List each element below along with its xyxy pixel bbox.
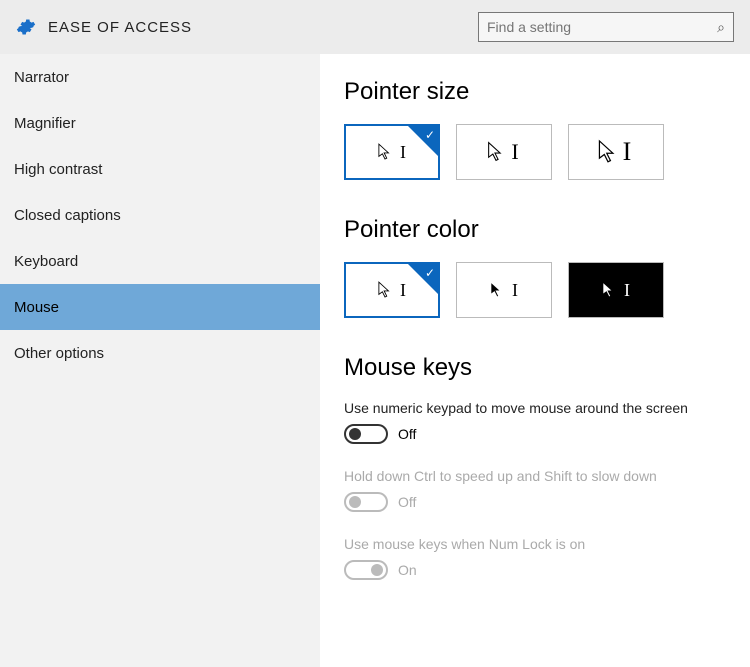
sidebar-item-label: High contrast xyxy=(14,161,102,178)
search-box[interactable]: ⌕ xyxy=(478,12,734,42)
pointer-color-options: ✓ I I I xyxy=(344,262,726,318)
pointer-size-small[interactable]: ✓ I xyxy=(344,124,440,180)
mouse-keys-desc1: Use numeric keypad to move mouse around … xyxy=(344,400,726,416)
search-icon: ⌕ xyxy=(717,19,725,36)
pointer-size-options: ✓ I I I xyxy=(344,124,726,180)
sidebar-item-label: Magnifier xyxy=(14,115,76,132)
mouse-keys-state1: Off xyxy=(398,426,416,442)
sidebar-item-label: Other options xyxy=(14,345,104,362)
header: EASE OF ACCESS ⌕ xyxy=(0,0,750,54)
sidebar-item-other-options[interactable]: Other options xyxy=(0,330,320,376)
pointer-size-heading: Pointer size xyxy=(344,78,726,106)
mouse-keys-desc2: Hold down Ctrl to speed up and Shift to … xyxy=(344,468,726,484)
ibeam-icon: I xyxy=(512,280,518,301)
check-icon: ✓ xyxy=(425,128,435,142)
mouse-keys-state3: On xyxy=(398,562,417,578)
check-icon: ✓ xyxy=(425,266,435,280)
sidebar-item-mouse[interactable]: Mouse xyxy=(0,284,320,330)
sidebar: Narrator Magnifier High contrast Closed … xyxy=(0,54,320,667)
sidebar-item-high-contrast[interactable]: High contrast xyxy=(0,146,320,192)
cursor-arrow-icon xyxy=(602,281,616,299)
page-title: EASE OF ACCESS xyxy=(48,19,192,36)
cursor-arrow-icon xyxy=(598,139,618,164)
ibeam-icon: I xyxy=(400,280,406,301)
pointer-size-medium[interactable]: I xyxy=(456,124,552,180)
pointer-color-heading: Pointer color xyxy=(344,216,726,244)
cursor-arrow-icon xyxy=(488,141,505,163)
pointer-color-black[interactable]: I xyxy=(456,262,552,318)
search-input[interactable] xyxy=(487,19,717,35)
ibeam-icon: I xyxy=(623,137,632,167)
gear-icon xyxy=(16,17,36,37)
pointer-color-white[interactable]: ✓ I xyxy=(344,262,440,318)
sidebar-item-keyboard[interactable]: Keyboard xyxy=(0,238,320,284)
content: Pointer size ✓ I I I Pointer color ✓ I xyxy=(320,54,750,667)
ibeam-icon: I xyxy=(624,280,630,301)
cursor-arrow-icon xyxy=(378,143,392,161)
sidebar-item-narrator[interactable]: Narrator xyxy=(0,54,320,100)
sidebar-item-label: Narrator xyxy=(14,69,69,86)
ibeam-icon: I xyxy=(511,139,518,165)
mouse-keys-desc3: Use mouse keys when Num Lock is on xyxy=(344,536,726,552)
sidebar-item-magnifier[interactable]: Magnifier xyxy=(0,100,320,146)
pointer-size-large[interactable]: I xyxy=(568,124,664,180)
mouse-keys-toggle1[interactable] xyxy=(344,424,388,444)
cursor-arrow-icon xyxy=(378,281,392,299)
sidebar-item-label: Closed captions xyxy=(14,207,121,224)
pointer-color-inverted[interactable]: I xyxy=(568,262,664,318)
mouse-keys-toggle2 xyxy=(344,492,388,512)
mouse-keys-toggle3 xyxy=(344,560,388,580)
sidebar-item-closed-captions[interactable]: Closed captions xyxy=(0,192,320,238)
mouse-keys-state2: Off xyxy=(398,494,416,510)
mouse-keys-heading: Mouse keys xyxy=(344,354,726,382)
ibeam-icon: I xyxy=(400,142,406,163)
sidebar-item-label: Keyboard xyxy=(14,253,78,270)
cursor-arrow-icon xyxy=(490,281,504,299)
sidebar-item-label: Mouse xyxy=(14,299,59,316)
